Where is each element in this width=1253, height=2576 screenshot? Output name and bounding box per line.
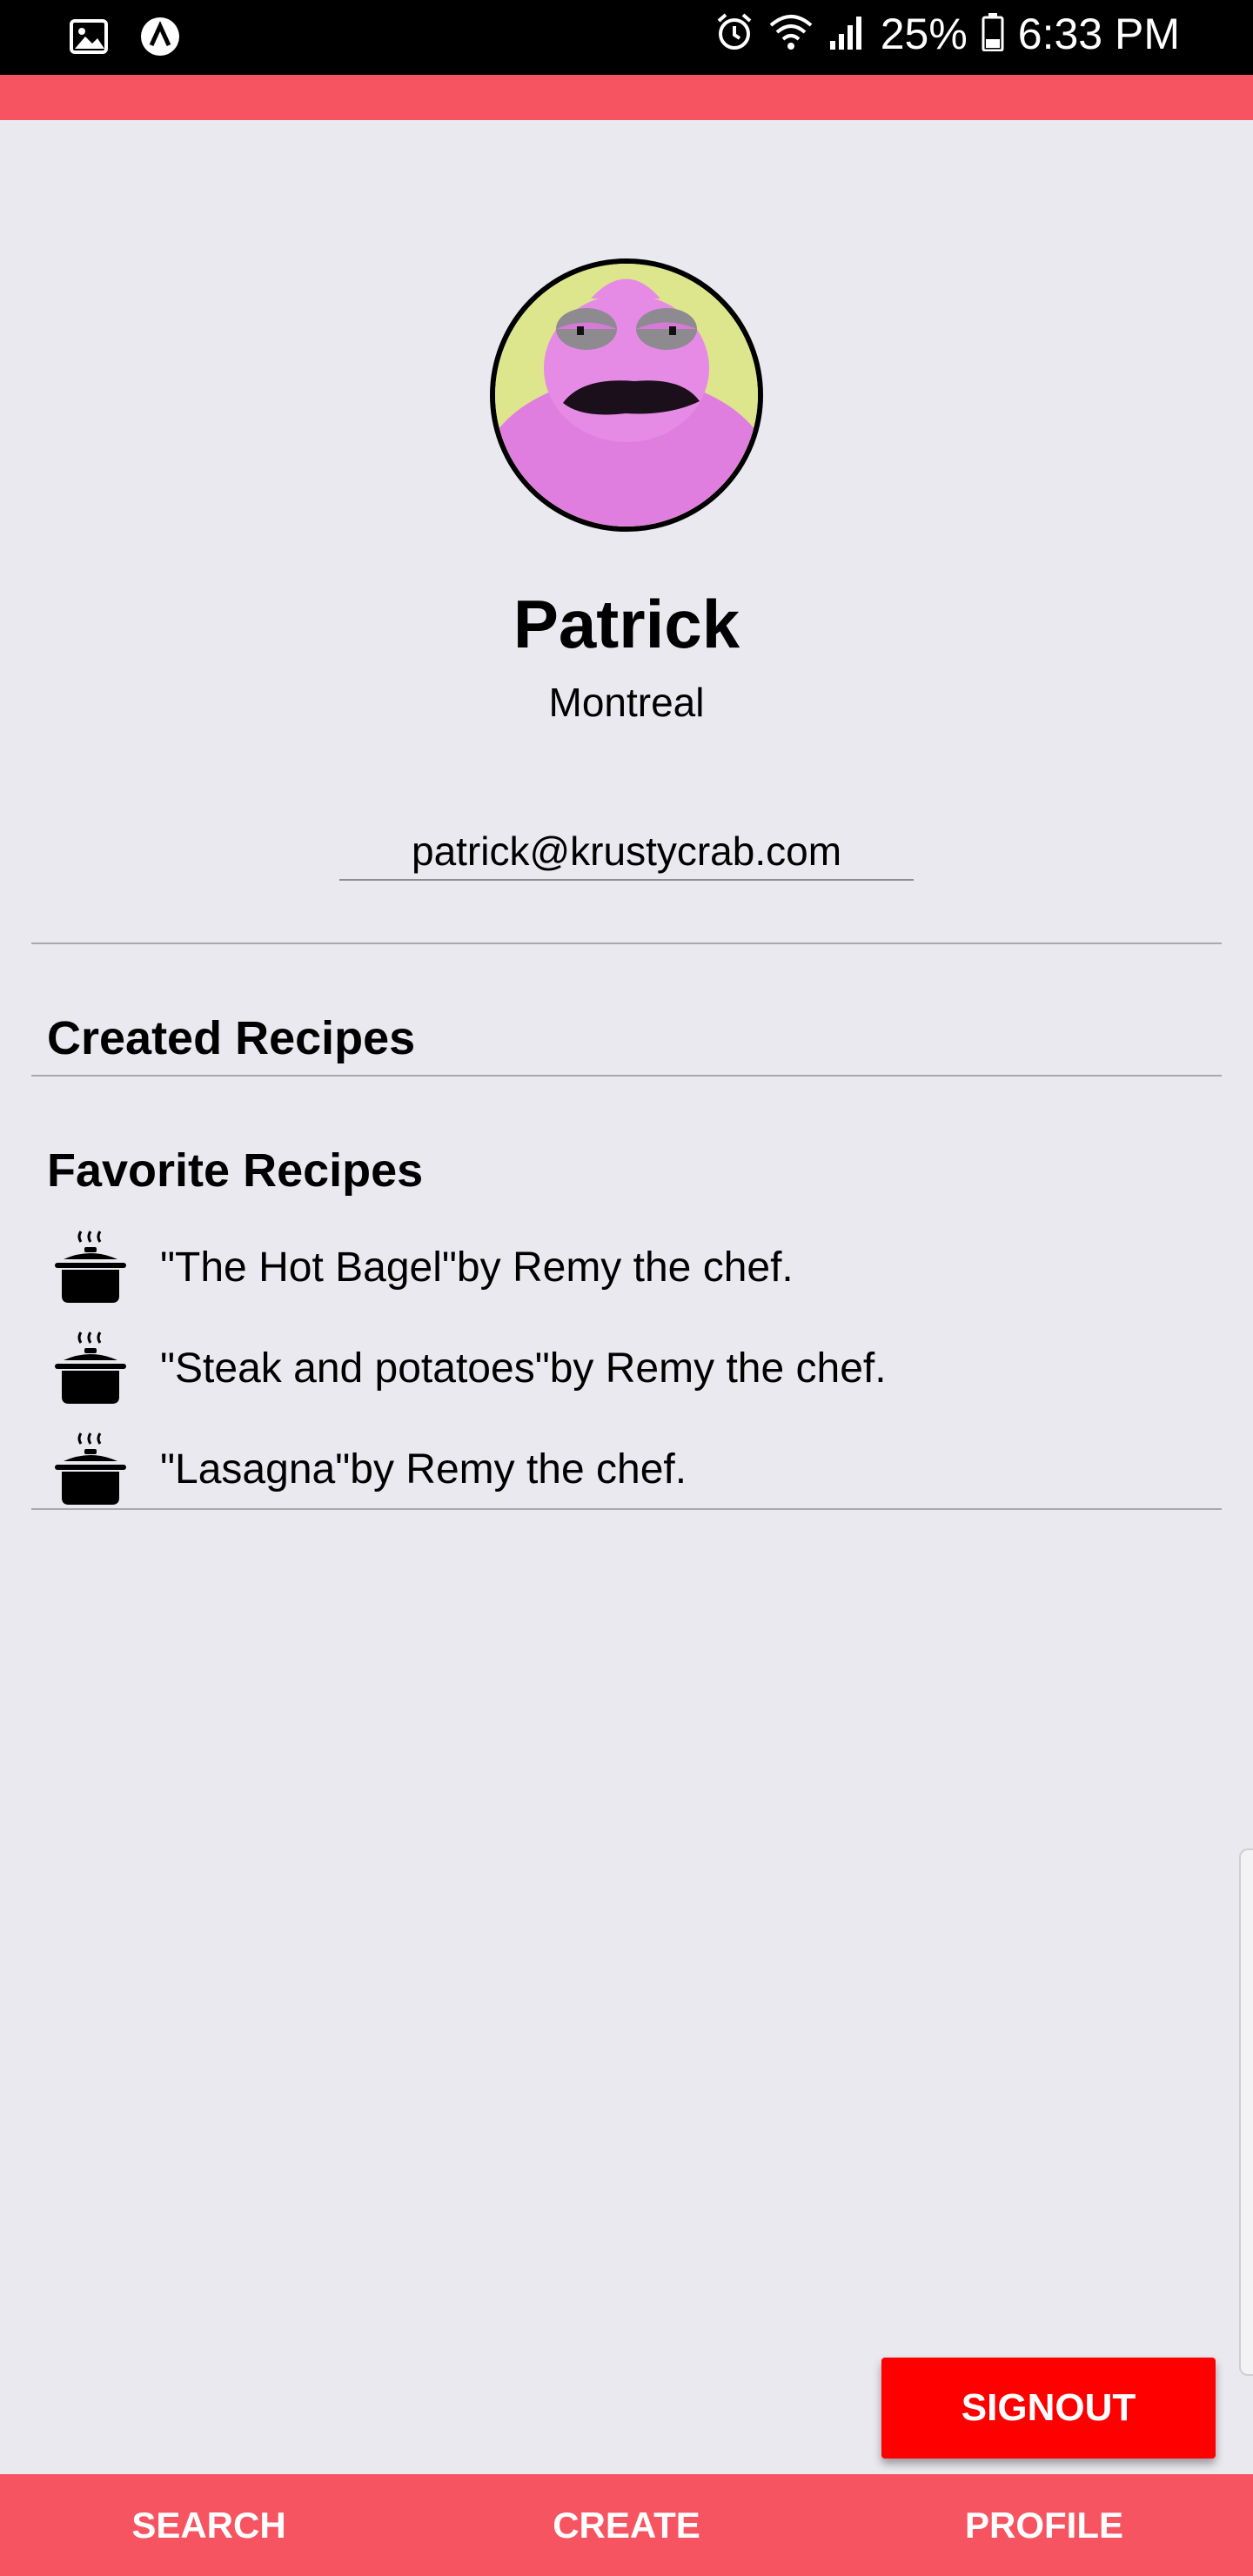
- list-item[interactable]: "The Hot Bagel"by Remy the chef.: [47, 1217, 1213, 1318]
- favorite-recipes-title: Favorite Recipes: [47, 1144, 424, 1197]
- tab-search[interactable]: SEARCH: [0, 2474, 418, 2576]
- cooking-pot-icon: [47, 1224, 134, 1311]
- battery-icon: [982, 12, 1004, 56]
- header-accent-bar: [0, 75, 1253, 120]
- bottom-navigation: SEARCH CREATE PROFILE: [0, 2474, 1253, 2576]
- clock: 6:33 PM: [1017, 10, 1180, 58]
- list-item[interactable]: "Steak and potatoes"by Remy the chef.: [47, 1318, 1213, 1419]
- app-notification-icon: [139, 16, 181, 62]
- status-bar: 25% 6:33 PM: [0, 0, 1253, 75]
- favorite-recipes-list: "The Hot Bagel"by Remy the chef. "Steak …: [47, 1217, 1213, 1519]
- email-field[interactable]: patrick@krustycrab.com: [339, 822, 914, 881]
- avatar[interactable]: [490, 258, 763, 532]
- divider: [31, 1075, 1222, 1077]
- signout-button[interactable]: SIGNOUT: [881, 2358, 1216, 2459]
- profile-screen: 25% 6:33 PM Patrick Montreal patrick@kru…: [0, 0, 1253, 2576]
- profile-city: Montreal: [548, 680, 705, 725]
- tab-create[interactable]: CREATE: [418, 2474, 835, 2576]
- created-recipes-title: Created Recipes: [47, 1012, 416, 1064]
- list-item[interactable]: "Lasagna"by Remy the chef.: [47, 1419, 1213, 1519]
- alarm-icon: [715, 12, 754, 57]
- avatar-image: [495, 264, 758, 527]
- gallery-icon: [70, 19, 108, 58]
- status-right-icons: 25% 6:33 PM: [715, 9, 1180, 59]
- profile-name: Patrick: [513, 586, 740, 662]
- divider: [31, 943, 1222, 944]
- scrollbar[interactable]: [1239, 1848, 1253, 2376]
- favorite-recipe-text: "Steak and potatoes"by Remy the chef.: [160, 1345, 887, 1392]
- divider: [31, 1508, 1222, 1510]
- favorite-recipe-text: "Lasagna"by Remy the chef.: [160, 1446, 687, 1493]
- battery-percent: 25%: [880, 10, 968, 58]
- cooking-pot-icon: [47, 1325, 134, 1412]
- cooking-pot-icon: [47, 1426, 134, 1513]
- tab-profile[interactable]: PROFILE: [835, 2474, 1253, 2576]
- favorite-recipe-text: "The Hot Bagel"by Remy the chef.: [160, 1244, 794, 1291]
- wifi-icon: [767, 13, 814, 56]
- status-left-icons: [70, 16, 181, 62]
- signal-icon: [828, 13, 867, 56]
